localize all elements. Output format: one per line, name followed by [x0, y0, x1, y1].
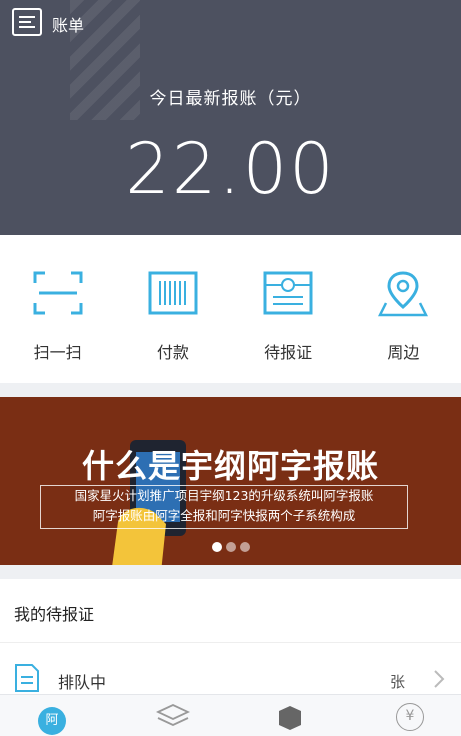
- banner-pagination: [0, 542, 461, 552]
- today-amount-label: 今日最新报账（元）: [149, 89, 312, 109]
- chevron-right-icon: [434, 670, 445, 688]
- quick-actions: 扫一扫 付款 待报证 周边: [0, 235, 461, 383]
- layers-icon[interactable]: [156, 703, 190, 729]
- receipt-icon: [260, 265, 316, 321]
- action-pay[interactable]: 付款: [115, 235, 230, 383]
- action-pending-receipt-label: 待报证: [264, 343, 313, 362]
- action-scan-label: 扫一扫: [33, 343, 82, 362]
- menu-icon[interactable]: [12, 8, 42, 36]
- nav-home[interactable]: 阿: [38, 707, 66, 735]
- barcode-icon: [145, 265, 201, 321]
- section-title: 我的待报证: [14, 605, 95, 624]
- divider: [0, 642, 461, 643]
- banner-dot[interactable]: [239, 542, 250, 552]
- bottom-nav: 阿 ¥: [0, 694, 461, 736]
- banner-desc-line2: 阿字报账由阿字全报和阿字快报两个子系统构成: [92, 508, 356, 523]
- today-amount-value: 22.00: [125, 128, 336, 210]
- banner-dot[interactable]: [225, 542, 236, 552]
- list-item[interactable]: 排队中 张: [0, 649, 461, 694]
- list-item-unit: 张: [390, 673, 406, 691]
- banner-headline: 什么是宇纲阿字报账: [81, 447, 379, 485]
- action-nearby[interactable]: 周边: [346, 235, 461, 383]
- action-pay-label: 付款: [156, 343, 189, 362]
- list-item-label: 排队中: [58, 673, 107, 692]
- map-pin-icon: [375, 265, 431, 321]
- action-nearby-label: 周边: [387, 343, 420, 362]
- nav-yen[interactable]: ¥: [396, 703, 424, 731]
- action-pending-receipt[interactable]: 待报证: [231, 235, 346, 383]
- promo-banner[interactable]: 什么是宇纲阿字报账 国家星火计划推广项目宇纲123的升级系统叫阿字报账 阿字报账…: [0, 397, 461, 565]
- scan-icon: [30, 265, 86, 321]
- banner-desc-box: 国家星火计划推广项目宇纲123的升级系统叫阿字报账 阿字报账由阿字全报和阿字快报…: [40, 485, 408, 529]
- banner-dot[interactable]: [211, 542, 222, 552]
- pending-receipts-section: 我的待报证 排队中 张: [0, 579, 461, 694]
- header: 账单 今日最新报账（元） 22.00: [0, 0, 461, 235]
- action-scan[interactable]: 扫一扫: [0, 235, 115, 383]
- document-icon: [15, 664, 39, 692]
- banner-desc-line1: 国家星火计划推广项目宇纲123的升级系统叫阿字报账: [74, 488, 374, 503]
- box-icon[interactable]: [275, 703, 305, 731]
